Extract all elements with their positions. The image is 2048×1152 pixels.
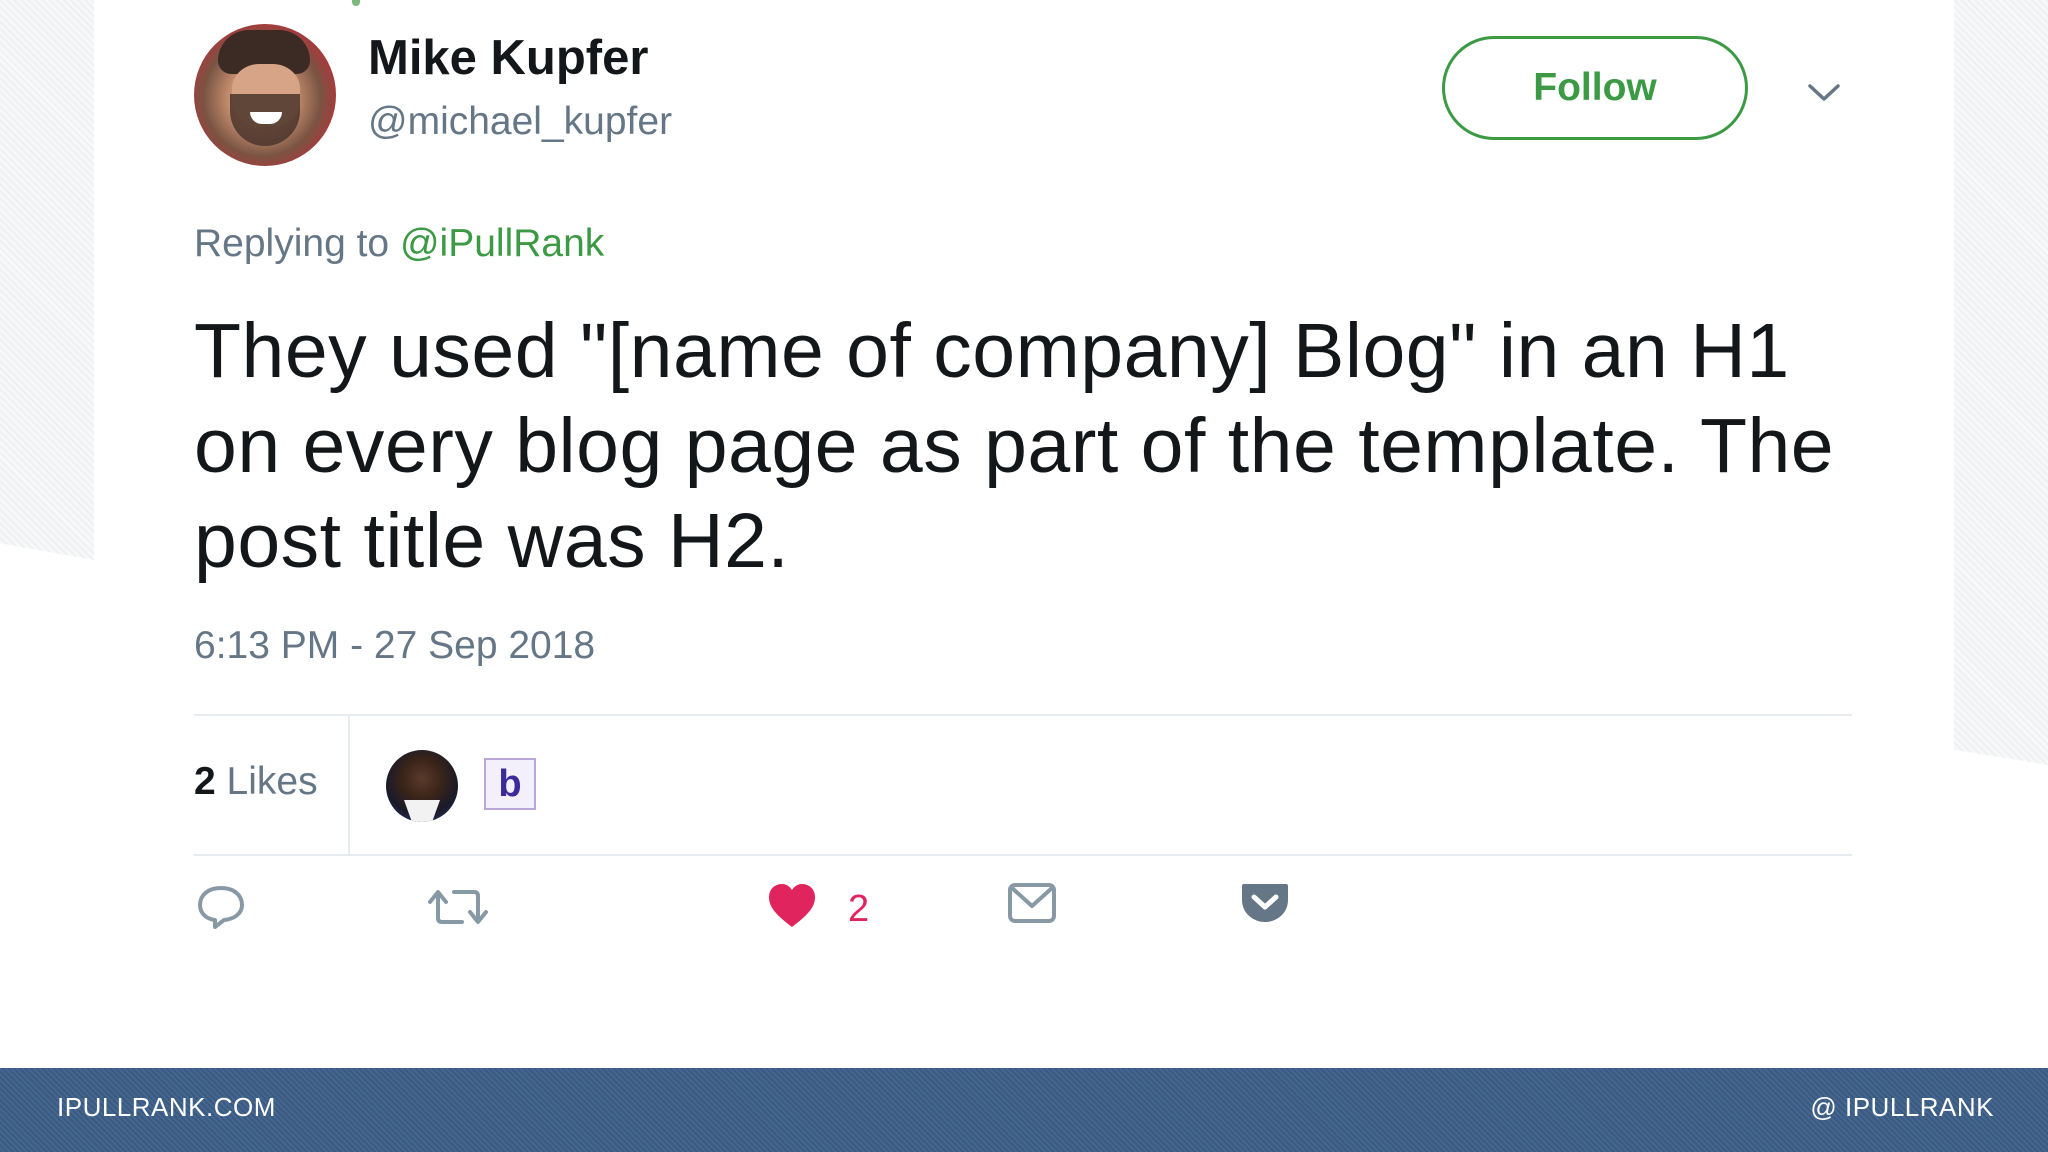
divider-bottom (194, 854, 1852, 856)
top-accent-mark (352, 0, 360, 6)
retweet-button[interactable] (428, 880, 488, 934)
likes-count-number: 2 (194, 760, 216, 803)
replying-mention-link[interactable]: @iPullRank (400, 222, 604, 265)
tweet-card: Mike Kupfer @michael_kupfer Follow Reply… (94, 0, 1954, 1068)
author-avatar[interactable] (194, 24, 336, 166)
likes-count-link[interactable]: 2 Likes (194, 760, 318, 804)
background-stripe-right (1954, 0, 2048, 765)
liker-avatar-shirt (404, 800, 440, 822)
like-count: 2 (848, 888, 870, 930)
author-handle[interactable]: @michael_kupfer (368, 100, 672, 144)
envelope-icon (1008, 883, 1056, 923)
replying-to: Replying to @iPullRank (194, 222, 604, 266)
footer-bar: IPULLRANK.COM @ IPULLRANK (0, 1068, 2048, 1152)
tweet-actions: 2 (194, 880, 1288, 960)
author-name[interactable]: Mike Kupfer (368, 30, 648, 86)
retweet-icon (428, 890, 488, 924)
replying-prefix: Replying to (194, 222, 400, 265)
heart-icon (769, 883, 815, 927)
chevron-down-icon[interactable] (1804, 78, 1844, 106)
likes-section: 2 Likes b (194, 716, 1852, 854)
footer-twitter-handle[interactable]: @ IPULLRANK (1810, 1092, 1994, 1123)
like-button[interactable]: 2 (766, 880, 869, 931)
direct-message-button[interactable] (1006, 880, 1058, 926)
pocket-button[interactable] (1240, 880, 1290, 926)
footer-site-link[interactable]: IPULLRANK.COM (57, 1092, 276, 1123)
reply-button[interactable] (194, 880, 248, 934)
reply-icon (198, 886, 244, 929)
tweet-timestamp[interactable]: 6:13 PM - 27 Sep 2018 (194, 624, 595, 668)
likes-count-label: Likes (215, 760, 318, 803)
tweet-text: They used "[name of company] Blog" in an… (194, 308, 1835, 584)
liker-badge-letter: b (498, 762, 522, 805)
follow-button[interactable]: Follow (1442, 36, 1748, 140)
likes-vertical-divider (348, 716, 350, 854)
background-stripe-left (0, 0, 94, 560)
pocket-icon (1242, 884, 1288, 922)
liker-avatar-badge[interactable]: b (484, 758, 536, 810)
liker-avatar[interactable] (386, 750, 458, 822)
